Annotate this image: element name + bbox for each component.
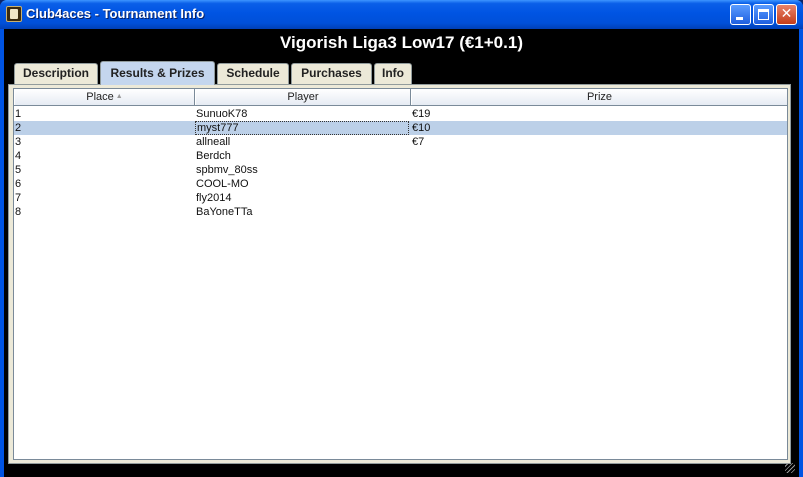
column-header-label: Place <box>86 91 114 103</box>
window-client-area: Vigorish Liga3 Low17 (€1+0.1) Descriptio… <box>4 29 799 477</box>
minimize-button[interactable] <box>730 4 751 25</box>
close-icon: ✕ <box>780 6 793 22</box>
cell-prize <box>412 191 782 205</box>
cell-prize <box>412 149 782 163</box>
cell-place: 6 <box>15 178 22 190</box>
sort-ascending-icon: ▲ <box>115 93 123 100</box>
table-row[interactable]: 5 spbmv_80ss <box>14 163 787 177</box>
tab-info[interactable]: Info <box>374 63 412 84</box>
cell-place: 1 <box>15 108 22 120</box>
cell-place: 5 <box>15 164 22 176</box>
table-row[interactable]: 4 Berdch <box>14 149 787 163</box>
tab-schedule[interactable]: Schedule <box>217 63 289 84</box>
cell-prize <box>412 163 782 177</box>
resize-grip-icon[interactable] <box>785 463 795 473</box>
cell-player: COOL-MO <box>196 178 249 190</box>
tab-panel: Place ▲ Player Prize 1 SunuoK78 €19 2 mys… <box>8 84 791 464</box>
cell-prize: €10 <box>412 122 431 134</box>
cell-player: myst777 <box>195 121 409 135</box>
table-row[interactable]: 8 BaYoneTTa <box>14 205 787 219</box>
table-row[interactable]: 3 allneall €7 <box>14 135 787 149</box>
cell-player: allneall <box>196 136 231 148</box>
cell-place: 2 <box>15 122 22 134</box>
tournament-info-window: Club4aces - Tournament Info ✕ Vigorish L… <box>0 0 803 477</box>
cell-prize <box>412 205 782 219</box>
maximize-button[interactable] <box>753 4 774 25</box>
cell-place: 8 <box>15 206 22 218</box>
cell-player: spbmv_80ss <box>196 164 258 176</box>
table-row[interactable]: 1 SunuoK78 €19 <box>14 107 787 121</box>
title-bar[interactable]: Club4aces - Tournament Info ✕ <box>0 0 803 29</box>
cell-place: 4 <box>15 150 22 162</box>
table-row[interactable]: 7 fly2014 <box>14 191 787 205</box>
column-header-player[interactable]: Player <box>195 89 411 105</box>
close-button[interactable]: ✕ <box>776 4 797 25</box>
tab-description[interactable]: Description <box>14 63 98 84</box>
tab-purchases[interactable]: Purchases <box>291 63 372 84</box>
window-title: Club4aces - Tournament Info <box>26 6 205 21</box>
column-header-prize[interactable]: Prize <box>411 89 787 105</box>
cell-prize: €19 <box>412 108 431 120</box>
column-header-place[interactable]: Place ▲ <box>14 89 195 105</box>
cell-player: BaYoneTTa <box>196 206 253 218</box>
cell-player: SunuoK78 <box>196 108 248 120</box>
cell-player: fly2014 <box>196 192 232 204</box>
results-table[interactable]: Place ▲ Player Prize 1 SunuoK78 €19 2 mys… <box>13 88 788 460</box>
cell-prize: €7 <box>412 136 425 148</box>
table-row[interactable]: 6 COOL-MO <box>14 177 787 191</box>
tournament-title: Vigorish Liga3 Low17 (€1+0.1) <box>280 33 523 52</box>
minimize-icon <box>736 17 743 20</box>
table-header: Place ▲ Player Prize <box>14 89 787 106</box>
table-row-selected[interactable]: 2 myst777 €10 <box>14 121 787 135</box>
cell-prize <box>412 177 782 191</box>
cell-player: Berdch <box>196 150 231 162</box>
tab-results-prizes[interactable]: Results & Prizes <box>100 61 215 85</box>
cell-place: 3 <box>15 136 22 148</box>
app-card-icon <box>6 6 22 22</box>
maximize-icon <box>758 9 769 20</box>
cell-place: 7 <box>15 192 22 204</box>
